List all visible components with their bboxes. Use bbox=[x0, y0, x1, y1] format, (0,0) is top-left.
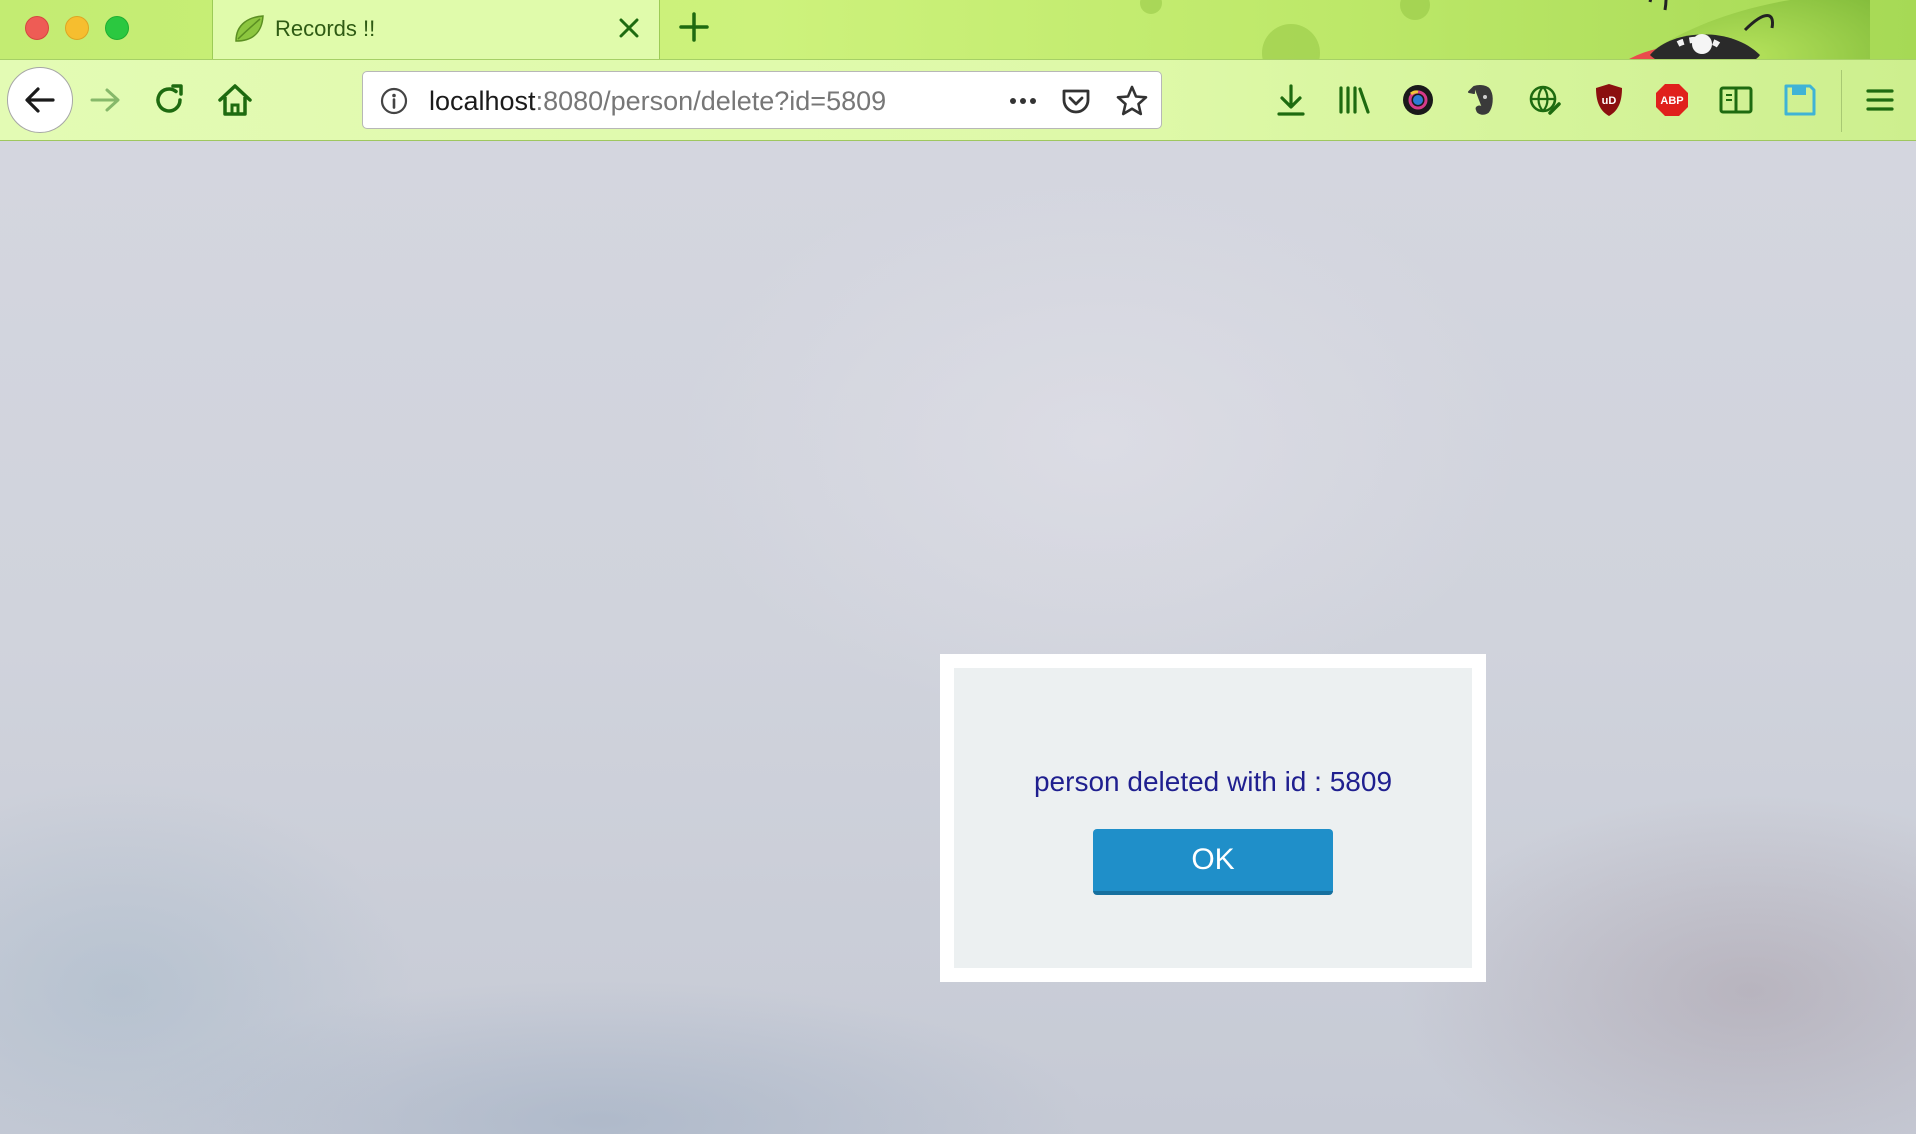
reload-button[interactable] bbox=[150, 72, 190, 128]
tab-title: Records !! bbox=[275, 16, 376, 41]
page-content bbox=[0, 141, 1916, 1134]
url-host: localhost bbox=[429, 86, 536, 116]
reader-icon[interactable] bbox=[1716, 80, 1756, 120]
decor-bubble bbox=[1400, 0, 1430, 20]
tab-records[interactable]: Records !! bbox=[212, 0, 660, 59]
ok-button[interactable]: OK bbox=[1093, 829, 1333, 895]
arrow-right-icon bbox=[90, 88, 120, 112]
forward-button[interactable] bbox=[86, 72, 126, 128]
window-zoom-button[interactable] bbox=[105, 16, 129, 40]
window-minimize-button[interactable] bbox=[65, 16, 89, 40]
new-tab-plus-icon[interactable] bbox=[676, 8, 712, 46]
camera-icon[interactable] bbox=[1398, 80, 1438, 120]
url-path: :8080/person/delete?id=5809 bbox=[535, 86, 887, 116]
back-button[interactable] bbox=[7, 67, 73, 133]
url-bar[interactable]: localhost:8080/person/delete?id=5809 bbox=[362, 71, 1162, 129]
info-icon[interactable] bbox=[379, 86, 409, 116]
ublock-badge: uD bbox=[1602, 95, 1617, 107]
more-actions-icon[interactable] bbox=[1003, 86, 1043, 116]
adblock-plus-icon[interactable]: ABP bbox=[1652, 80, 1692, 120]
evernote-icon[interactable] bbox=[1461, 80, 1501, 120]
url-text[interactable]: localhost:8080/person/delete?id=5809 bbox=[429, 86, 886, 117]
home-button[interactable] bbox=[214, 72, 256, 128]
leaf-icon bbox=[235, 15, 264, 42]
dialog-message: person deleted with id : 5809 bbox=[1033, 766, 1393, 797]
download-icon[interactable] bbox=[1271, 80, 1311, 120]
navigation-toolbar: localhost:8080/person/delete?id=5809 uD … bbox=[0, 59, 1916, 141]
pocket-icon[interactable] bbox=[1059, 84, 1093, 118]
toolbar-divider bbox=[1841, 70, 1842, 132]
confirmation-dialog: person deleted with id : 5809 OK bbox=[940, 654, 1486, 982]
translate-icon[interactable] bbox=[1525, 80, 1565, 120]
library-icon[interactable] bbox=[1334, 80, 1374, 120]
reload-icon bbox=[156, 84, 183, 113]
decor-bubble bbox=[1140, 0, 1162, 14]
arrow-left-icon bbox=[25, 87, 55, 113]
save-icon[interactable] bbox=[1780, 80, 1820, 120]
home-icon bbox=[218, 84, 252, 116]
window-close-button[interactable] bbox=[25, 16, 49, 40]
abp-badge: ABP bbox=[1660, 95, 1683, 107]
close-icon[interactable] bbox=[611, 10, 647, 46]
bookmark-star-icon[interactable] bbox=[1115, 84, 1149, 118]
dialog-body: person deleted with id : 5809 OK bbox=[954, 668, 1472, 968]
menu-icon[interactable] bbox=[1860, 80, 1900, 120]
ublock-icon[interactable]: uD bbox=[1589, 80, 1629, 120]
